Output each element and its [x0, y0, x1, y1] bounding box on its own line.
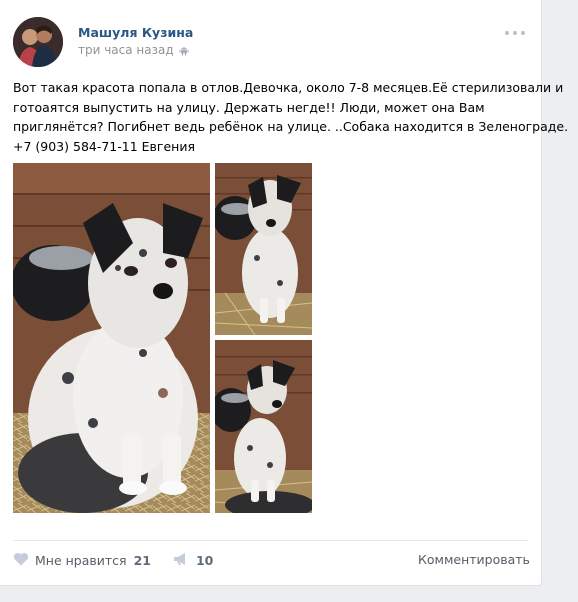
post-time[interactable]: три часа назад: [78, 43, 174, 57]
post-text-line: Вот такая красота попала в отлов.Девочка…: [13, 80, 564, 95]
like-count: 21: [133, 552, 151, 568]
wall-post: Машуля Кузина три часа назад Вот такая к…: [0, 0, 569, 586]
more-options-icon[interactable]: [505, 25, 525, 41]
author-name-link[interactable]: Машуля Кузина: [78, 25, 193, 40]
android-icon: [179, 45, 189, 56]
like-label: Мне нравится: [35, 552, 127, 568]
puppy-photo-2[interactable]: [215, 163, 312, 335]
post-text-line: готоаятся выпустить на улицу. Держать не…: [13, 99, 485, 115]
comment-button[interactable]: Комментировать: [418, 552, 530, 567]
post-text: Вот такая красота попала в отлов.Девочка…: [13, 78, 569, 156]
avatar[interactable]: [13, 17, 63, 67]
post-text-line: +7 (903) 584-71-11 Евгения: [13, 138, 195, 154]
heart-icon: [13, 551, 29, 570]
puppy-photo-1[interactable]: [13, 163, 210, 513]
share-button[interactable]: 10: [173, 551, 213, 570]
actions-divider: [13, 540, 528, 541]
megaphone-icon: [173, 551, 189, 570]
share-count: 10: [195, 552, 214, 568]
post-actions: Мне нравится 21 10: [13, 549, 235, 571]
post-text-line: приглянётся? Погибнет ведь ребёнок на ул…: [13, 119, 569, 134]
puppy-photo-3[interactable]: [215, 340, 312, 513]
post-meta: три часа назад: [78, 43, 189, 57]
like-button[interactable]: Мне нравится 21: [13, 551, 151, 570]
